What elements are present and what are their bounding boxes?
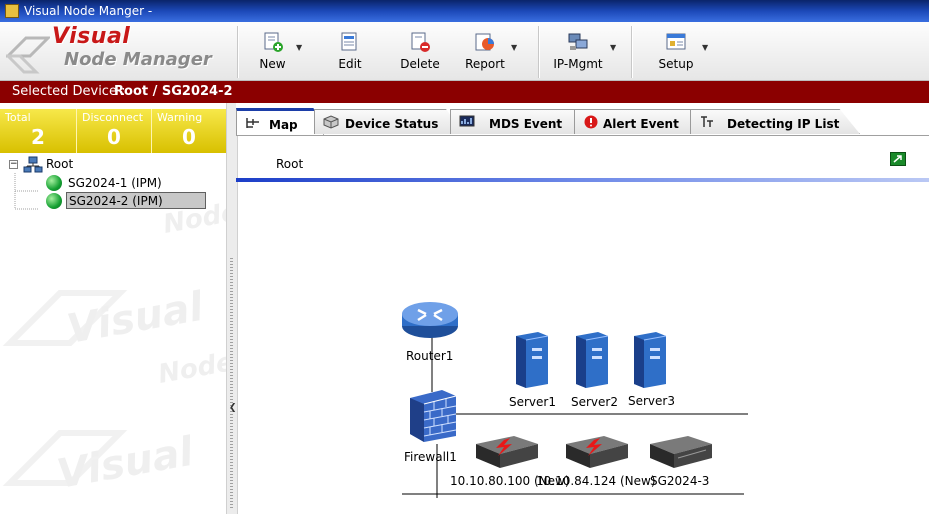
svg-text:Node: Node: [156, 347, 226, 390]
tab-map-label: Map: [269, 118, 298, 132]
selected-device-bar: Selected Device : Root / SG2024-2: [0, 81, 929, 103]
tab-detecting-ip-list[interactable]: Detecting IP List: [690, 109, 860, 134]
chevron-down-icon[interactable]: ▼: [702, 43, 708, 52]
window-title: Visual Node Manger -: [24, 4, 153, 18]
alert-icon: [584, 115, 598, 129]
setup-window-icon: [666, 33, 686, 50]
device-icon[interactable]: [648, 432, 714, 472]
toolbar-separator: [237, 26, 239, 78]
stat-disconnect-value: 0: [107, 125, 121, 149]
chevron-down-icon[interactable]: ▼: [511, 43, 517, 52]
app-logo: Visual Node Manager: [0, 22, 235, 80]
network-root-icon: [23, 156, 43, 173]
network-computers-icon: [568, 33, 588, 50]
report-button[interactable]: Report ▼: [462, 25, 517, 75]
firewall-icon[interactable]: [406, 386, 460, 444]
map-breadcrumb[interactable]: Root: [276, 157, 303, 171]
tree-item-sg2024-1[interactable]: SG2024-1 (IPM): [68, 176, 162, 192]
tree-lines: [14, 173, 38, 210]
server1-label: Server1: [509, 395, 556, 409]
device-box-icon: [323, 115, 339, 129]
logo-line1: Visual: [52, 24, 131, 49]
selected-device-prefix: Selected Device :: [12, 84, 126, 99]
svg-text:Visual: Visual: [54, 429, 198, 498]
edit-button[interactable]: Edit: [330, 25, 370, 75]
server-icon[interactable]: [512, 330, 552, 390]
stat-warning-value: 0: [182, 125, 196, 149]
firewall1-label: Firewall1: [404, 450, 457, 464]
tab-mds-event-label: MDS Event: [489, 117, 563, 131]
logo-line2: Node Manager: [64, 49, 212, 70]
delete-label: Delete: [400, 57, 440, 71]
report-chart-icon: [475, 33, 494, 51]
network-map: Router1 Firewall1 Server1 Server2 Server…: [236, 182, 929, 514]
edit-label: Edit: [338, 57, 362, 71]
toolbar-separator: [538, 26, 540, 78]
device-tree-panel: Visual Node Visual Node − Root SG2024-1 …: [0, 153, 226, 514]
server-icon[interactable]: [572, 330, 612, 390]
logo-swoosh-icon: [6, 36, 50, 74]
delete-button[interactable]: Delete: [398, 25, 442, 75]
toolbar: Visual Node Manager New ▼ Edit Delete Re…: [0, 22, 929, 81]
title-bar: Visual Node Manger -: [0, 0, 929, 22]
navigate-up-icon[interactable]: [890, 152, 906, 166]
sg2024-3-label: SG2024-3: [650, 474, 710, 488]
selected-device-path: Root / SG2024-2: [114, 84, 233, 99]
tab-bar: Map Device Status MDS Event Alert Event …: [236, 103, 929, 136]
server3-label: Server3: [628, 394, 675, 408]
tab-detecting-ip-list-label: Detecting IP List: [727, 117, 840, 131]
edit-icon: [341, 32, 357, 51]
server-icon[interactable]: [630, 330, 670, 390]
detect-network-icon: [701, 116, 713, 127]
status-summary: Total 2 Disconnect 0 Warning 0: [0, 109, 226, 155]
tab-mds-event[interactable]: MDS Event: [450, 109, 592, 134]
setup-button[interactable]: Setup ▼: [655, 25, 708, 75]
device-10-10-84-124-label: 10.10.84.124 (New): [536, 474, 656, 488]
server2-label: Server2: [571, 395, 618, 409]
stat-total-value: 2: [31, 125, 45, 149]
stat-warning-label: Warning: [157, 111, 203, 124]
stat-warning[interactable]: Warning 0: [152, 109, 226, 153]
splitter-grip[interactable]: [230, 258, 233, 508]
new-document-icon: [264, 32, 283, 52]
monitor-chart-icon: [459, 115, 475, 127]
delete-icon: [411, 32, 430, 52]
router1-label: Router1: [406, 349, 454, 363]
tab-map[interactable]: Map: [236, 108, 324, 135]
online-status-icon: [46, 193, 62, 209]
tree-item-sg2024-2[interactable]: SG2024-2 (IPM): [66, 192, 206, 209]
tab-device-status-label: Device Status: [345, 117, 439, 131]
online-status-icon: [46, 175, 62, 191]
report-label: Report: [465, 57, 505, 71]
stat-total[interactable]: Total 2: [0, 109, 77, 153]
tree-root-label[interactable]: Root: [46, 157, 73, 173]
stat-disconnect[interactable]: Disconnect 0: [77, 109, 152, 153]
chevron-down-icon[interactable]: ▼: [296, 43, 302, 52]
tab-device-status[interactable]: Device Status: [314, 109, 464, 134]
alert-device-icon[interactable]: [474, 432, 540, 472]
stat-disconnect-label: Disconnect: [82, 111, 144, 124]
tab-alert-event-label: Alert Event: [603, 117, 679, 131]
new-label: New: [259, 57, 286, 71]
new-button[interactable]: New ▼: [250, 25, 302, 75]
alert-device-icon[interactable]: [564, 432, 630, 472]
app-icon: [5, 4, 19, 18]
tab-alert-event[interactable]: Alert Event: [574, 109, 706, 134]
chevron-down-icon[interactable]: ▼: [610, 43, 616, 52]
map-tree-icon: [246, 118, 259, 128]
ip-mgmt-label: IP-Mgmt: [553, 57, 603, 71]
tree-collapse-toggle[interactable]: −: [9, 160, 18, 169]
router-icon[interactable]: [400, 300, 460, 340]
ip-mgmt-button[interactable]: IP-Mgmt ▼: [550, 25, 616, 75]
setup-label: Setup: [658, 57, 694, 71]
toolbar-separator: [631, 26, 633, 78]
stat-total-label: Total: [5, 111, 31, 124]
